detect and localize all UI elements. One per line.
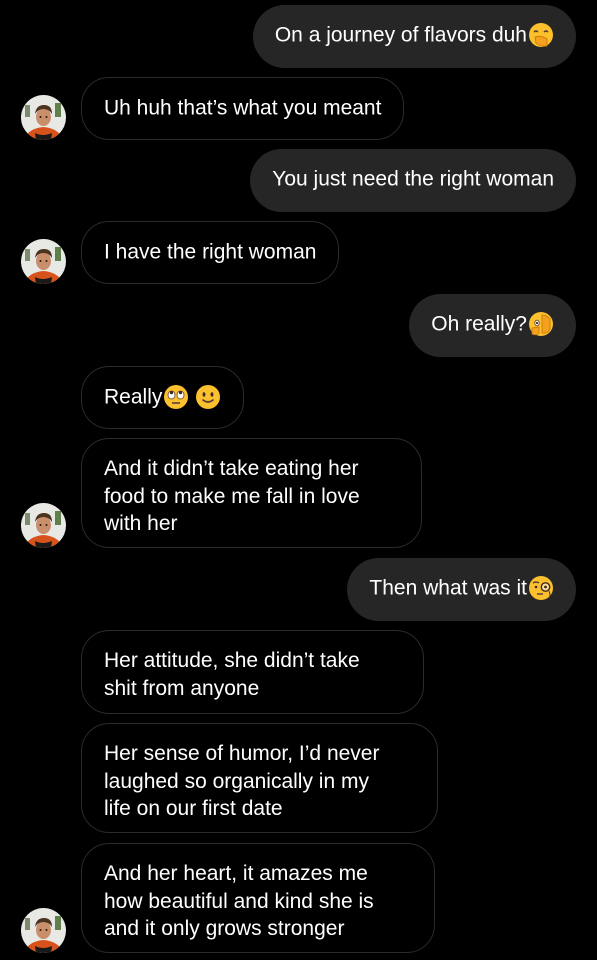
message-line: Her sense of humor, I’d never: [104, 742, 380, 765]
message-bubble-incoming[interactable]: And her heart, it amazes me how beautifu…: [81, 843, 435, 953]
message-bubble-outgoing[interactable]: Then what was it: [347, 558, 576, 621]
message-text: Then what was it: [369, 576, 527, 600]
message-text: Uh huh that’s what you meant: [104, 96, 382, 120]
message-line: how beautiful and kind she is: [104, 889, 374, 913]
message-line: food to make me fall in love: [104, 484, 360, 508]
message-bubble-incoming[interactable]: Really: [81, 366, 245, 429]
contact-avatar-icon[interactable]: [21, 908, 66, 953]
message-line: shit from anyone: [104, 676, 260, 700]
message-line: And her heart, it amazes me: [104, 862, 368, 885]
message-text: You just need the right woman: [272, 167, 554, 191]
message-line: And it didn’t take eating her: [104, 457, 359, 480]
chat-thread: On a journey of flavors duh Uh huh that’…: [0, 0, 597, 960]
message-line: laughed so organically in my: [104, 769, 369, 793]
message-bubble-incoming[interactable]: Uh huh that’s what you meant: [81, 77, 405, 140]
message-text: Oh really?: [431, 312, 527, 336]
message-text: I have the right woman: [104, 240, 317, 264]
message-text: On a journey of flavors duh: [274, 23, 527, 47]
contact-avatar-icon[interactable]: [21, 239, 66, 284]
message-line: with her: [104, 512, 178, 535]
eye-roll-emoji: [163, 384, 189, 410]
message-bubble-outgoing[interactable]: Oh really?: [409, 294, 576, 357]
monocle-emoji: [528, 575, 554, 601]
contact-avatar-icon[interactable]: [21, 503, 66, 548]
contact-avatar-icon[interactable]: [21, 95, 66, 140]
message-line: and it only grows stronger: [104, 917, 345, 940]
message-bubble-outgoing[interactable]: You just need the right woman: [250, 149, 576, 212]
message-bubble-incoming[interactable]: I have the right woman: [81, 221, 340, 284]
slight-smile-emoji: [195, 384, 221, 410]
peeking-eye-emoji: [528, 311, 554, 337]
message-bubble-incoming[interactable]: And it didn’t take eating her food to ma…: [81, 438, 422, 548]
message-line: Her attitude, she didn’t take: [104, 649, 360, 672]
message-bubble-incoming[interactable]: Her attitude, she didn’t take shit from …: [81, 630, 424, 714]
message-bubble-outgoing[interactable]: On a journey of flavors duh: [252, 5, 576, 68]
message-line: life on our first date: [104, 797, 283, 820]
hand-over-mouth-emoji: [528, 22, 554, 48]
message-text: Really: [104, 385, 163, 409]
message-bubble-incoming[interactable]: Her sense of humor, I’d never laughed so…: [81, 723, 438, 833]
